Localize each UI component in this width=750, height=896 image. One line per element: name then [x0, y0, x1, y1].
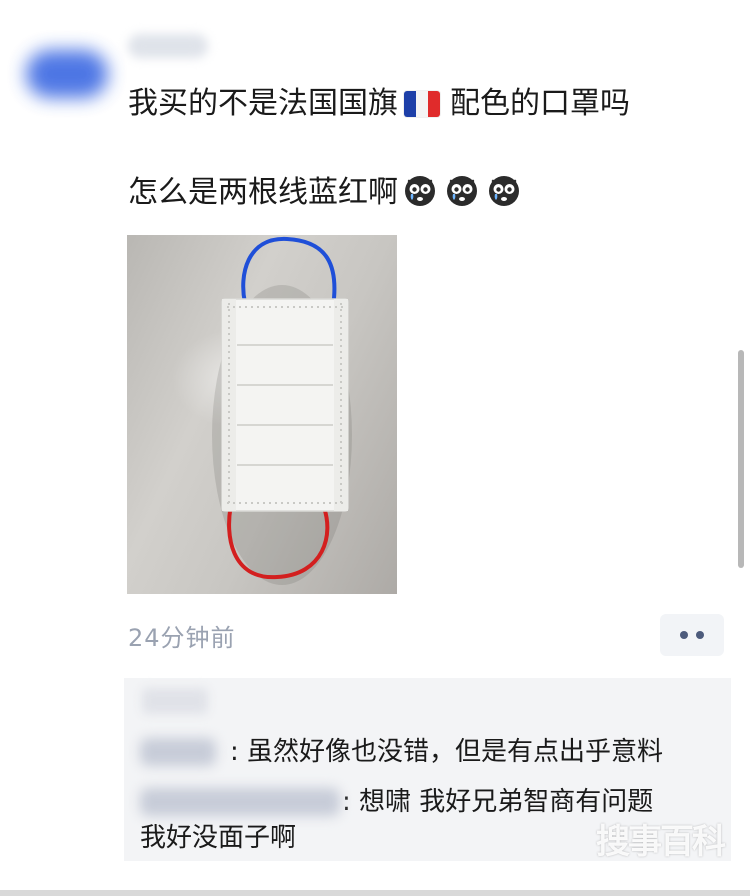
crying-face-icon: [447, 176, 477, 206]
bottom-divider: [0, 890, 750, 896]
commenter-name[interactable]: [140, 788, 340, 816]
mask-illustration: [212, 236, 352, 585]
comment-text: : 想啸 我好兄弟智商有问题: [342, 787, 654, 817]
crying-face-icon: [489, 176, 519, 206]
post-text-part-3: 怎么是两根线蓝红啊: [128, 175, 398, 210]
more-button[interactable]: [660, 614, 724, 656]
more-dots-icon: [696, 631, 704, 639]
comment-row[interactable]: : 虽然好像也没错，但是有点出乎意料: [140, 734, 663, 770]
comment-continuation: 我好没面子啊: [140, 823, 297, 853]
france-flag-icon: [404, 91, 440, 117]
post-text-line-2: 怎么是两根线蓝红啊: [128, 172, 522, 213]
post-photo-mask[interactable]: [127, 235, 397, 594]
post-text-line-1: 我买的不是法国国旗 配色的口罩吗: [128, 84, 630, 124]
post-text-part-2: 配色的口罩吗: [450, 86, 630, 121]
emoji-row: [402, 172, 522, 208]
scrollbar[interactable]: [738, 350, 744, 568]
likes-row[interactable]: [142, 688, 208, 714]
post-timestamp: 24分钟前: [128, 624, 236, 652]
watermark: 搜事百科: [596, 822, 726, 862]
comment-row[interactable]: : 想啸 我好兄弟智商有问题: [140, 784, 653, 820]
comment-text: : 虽然好像也没错，但是有点出乎意料: [230, 737, 664, 767]
avatar[interactable]: [26, 50, 108, 98]
poster-name[interactable]: [128, 34, 208, 58]
crying-face-icon: [405, 176, 435, 206]
post-text-part-1: 我买的不是法国国旗: [128, 86, 398, 121]
commenter-name[interactable]: [140, 738, 216, 766]
more-dots-icon: [680, 631, 688, 639]
